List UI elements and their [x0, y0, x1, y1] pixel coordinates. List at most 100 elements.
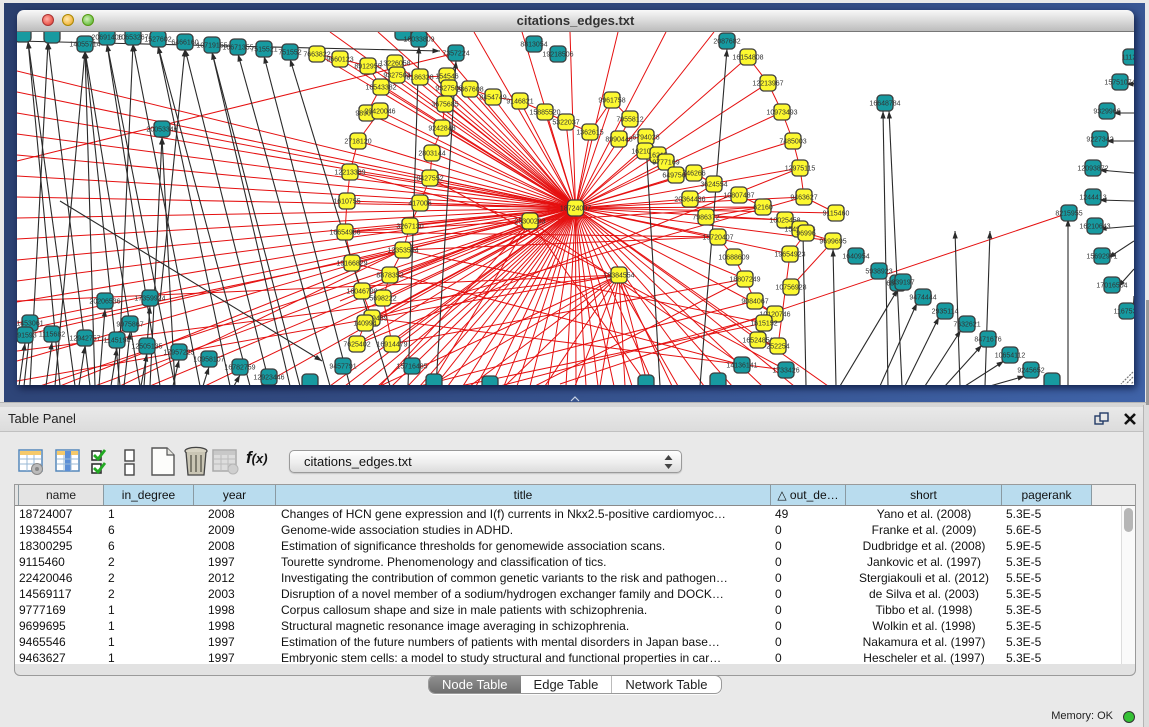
svg-text:9084067: 9084067 [741, 299, 768, 306]
svg-text:6466160: 6466160 [171, 40, 198, 47]
svg-text:16210643: 16210643 [1079, 224, 1110, 231]
svg-text:16154808: 16154808 [732, 55, 763, 62]
svg-text:16648784: 16648784 [869, 101, 900, 108]
svg-text:15720407: 15720407 [702, 235, 733, 242]
svg-text:9227342: 9227342 [1086, 137, 1113, 144]
svg-text:7515521: 7515521 [250, 47, 277, 54]
svg-text:12923446: 12923446 [253, 375, 284, 382]
svg-text:10973493: 10973493 [766, 110, 797, 117]
svg-text:62160: 62160 [753, 205, 773, 212]
svg-text:8471676: 8471676 [974, 337, 1001, 344]
svg-text:7955812: 7955812 [616, 117, 643, 124]
svg-text:1167533: 1167533 [1114, 309, 1134, 316]
svg-text:7625402: 7625402 [343, 342, 370, 349]
svg-text:9457791: 9457791 [329, 364, 356, 371]
svg-text:19218506: 19218506 [542, 52, 573, 59]
svg-text:2718120: 2718120 [344, 139, 371, 146]
svg-text:12942757: 12942757 [69, 336, 100, 343]
svg-text:8813054: 8813054 [520, 42, 547, 49]
svg-text:5322037: 5322037 [552, 120, 579, 127]
svg-text:7632621: 7632621 [953, 322, 980, 329]
svg-text:25300203: 25300203 [514, 219, 545, 226]
svg-text:2803144: 2803144 [418, 151, 445, 158]
svg-text:9474444: 9474444 [909, 295, 936, 302]
svg-text:16543382: 16543382 [365, 85, 396, 92]
svg-text:15885520: 15885520 [529, 110, 560, 117]
svg-text:20053346: 20053346 [146, 127, 177, 134]
svg-text:746266: 746266 [682, 171, 705, 178]
svg-text:9961758: 9961758 [598, 98, 625, 105]
svg-text:140994: 140994 [353, 321, 376, 328]
svg-text:18724007: 18724007 [560, 206, 591, 213]
svg-text:14136141: 14136141 [726, 363, 757, 370]
svg-text:12213389: 12213389 [334, 170, 365, 177]
svg-text:7485003: 7485003 [779, 139, 806, 146]
svg-text:18807249: 18807249 [729, 277, 760, 284]
svg-text:16914479: 16914479 [376, 342, 407, 349]
svg-text:16782759: 16782759 [224, 365, 255, 372]
svg-text:8454749: 8454749 [479, 95, 506, 102]
svg-text:12213967: 12213967 [752, 81, 783, 88]
svg-text:2935114: 2935114 [932, 309, 959, 316]
svg-text:10958107: 10958107 [193, 357, 224, 364]
svg-text:1362615: 1362615 [576, 130, 603, 137]
svg-text:8878352: 8878352 [376, 273, 403, 280]
svg-text:9463627: 9463627 [790, 195, 817, 202]
svg-text:23420046: 23420046 [364, 109, 395, 116]
svg-text:9242848: 9242848 [428, 126, 455, 133]
svg-text:20364436: 20364436 [674, 197, 705, 204]
svg-text:9146821: 9146821 [506, 99, 533, 106]
svg-text:5938923: 5938923 [865, 269, 892, 276]
svg-text:10654112: 10654112 [995, 353, 1026, 360]
svg-text:19654923: 19654923 [774, 252, 805, 259]
svg-text:1733426: 1733426 [772, 368, 799, 375]
svg-text:2087682: 2087682 [713, 39, 740, 46]
svg-text:8990448: 8990448 [605, 137, 632, 144]
svg-text:751552: 751552 [278, 50, 301, 57]
svg-text:1640954: 1640954 [842, 254, 869, 261]
svg-text:7357224: 7357224 [442, 51, 469, 58]
svg-text:1145194: 1145194 [104, 338, 131, 345]
svg-text:10756928: 10756928 [775, 285, 806, 292]
svg-text:8186328: 8186328 [406, 75, 433, 82]
svg-text:2867608: 2867608 [456, 87, 483, 94]
svg-text:9115460: 9115460 [823, 211, 850, 218]
svg-text:8215955: 8215955 [1055, 211, 1082, 218]
svg-text:19384554: 19384554 [603, 273, 634, 280]
svg-text:6794028: 6794028 [632, 135, 659, 142]
svg-text:252254: 252254 [766, 344, 789, 351]
svg-text:96996: 96996 [796, 231, 816, 238]
svg-text:5698222: 5698222 [369, 296, 396, 303]
svg-text:9245652: 9245652 [1017, 368, 1044, 375]
svg-text:9660123: 9660123 [326, 57, 353, 64]
svg-text:9975867: 9975867 [116, 322, 143, 329]
svg-text:12353594: 12353594 [387, 248, 418, 255]
svg-text:12093872: 12093872 [1077, 166, 1108, 173]
svg-text:16033809: 16033809 [403, 37, 434, 44]
svg-text:8427552: 8427552 [416, 176, 443, 183]
svg-text:3624554: 3624554 [700, 182, 727, 189]
svg-text:1527602: 1527602 [144, 37, 171, 44]
svg-text:1244413: 1244413 [1079, 195, 1106, 202]
svg-text:7986372: 7986372 [692, 215, 719, 222]
svg-text:1610755: 1610755 [333, 199, 360, 206]
svg-text:20206536: 20206536 [89, 299, 120, 306]
svg-text:9329966: 9329966 [1093, 109, 1120, 116]
svg-text:16671355: 16671355 [222, 45, 253, 52]
svg-text:939197: 939197 [891, 280, 914, 287]
svg-text:1115682: 1115682 [39, 332, 65, 339]
svg-text:1615152: 1615152 [750, 321, 777, 328]
svg-text:9777169: 9777169 [652, 160, 679, 167]
svg-text:10688609: 10688609 [718, 255, 749, 262]
svg-text:19166829: 19166829 [336, 261, 367, 268]
svg-text:11125: 11125 [1122, 55, 1134, 62]
svg-text:12975115: 12975115 [785, 166, 816, 173]
svg-text:16046798: 16046798 [346, 289, 377, 296]
svg-text:17359924: 17359924 [134, 296, 165, 303]
svg-text:3675685: 3675685 [431, 102, 458, 109]
svg-text:17957225: 17957225 [163, 350, 194, 357]
svg-text:9699695: 9699695 [819, 239, 846, 246]
svg-text:8912955: 8912955 [354, 64, 381, 71]
svg-text:16654966: 16654966 [329, 230, 360, 237]
svg-text:15751074: 15751074 [1104, 80, 1134, 87]
